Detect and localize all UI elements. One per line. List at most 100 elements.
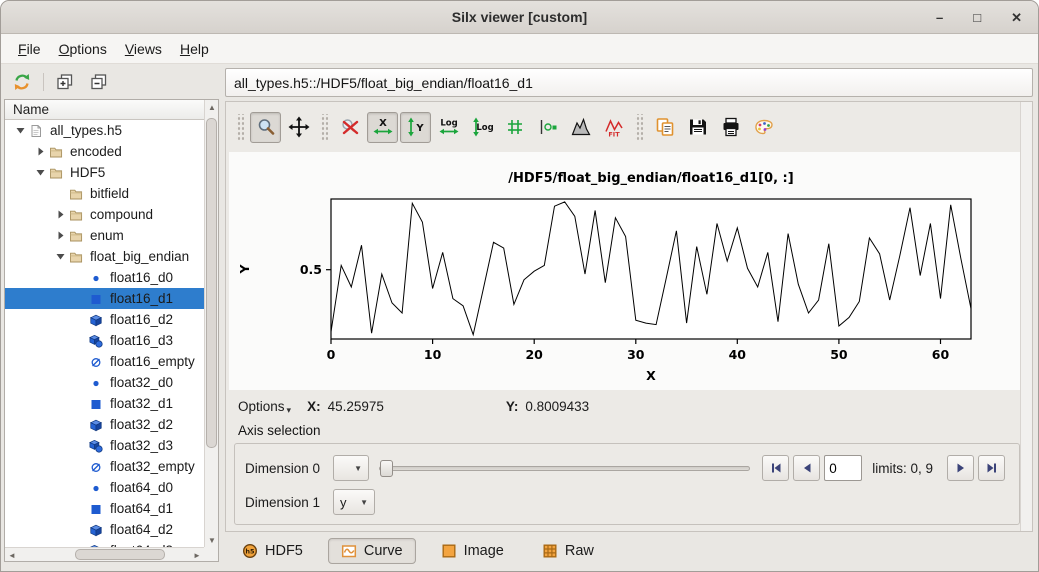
- first-frame-button[interactable]: [762, 455, 789, 481]
- tree-item-bitfield[interactable]: bitfield: [5, 183, 204, 204]
- tab-image[interactable]: Image: [428, 538, 517, 564]
- refresh-button[interactable]: [9, 69, 35, 95]
- dataset-path-bar[interactable]: all_types.h5::/HDF5/float_big_endian/flo…: [225, 68, 1033, 97]
- expander-open-icon[interactable]: [35, 167, 46, 178]
- image-icon: [441, 543, 457, 559]
- scroll-left-icon[interactable]: ◄: [5, 548, 19, 562]
- expander-open-icon[interactable]: [15, 125, 26, 136]
- expander-closed-icon[interactable]: [55, 230, 66, 241]
- tree-item-compound[interactable]: compound: [5, 204, 204, 225]
- viewer-vertical-scrollbar[interactable]: [1020, 102, 1032, 531]
- svg-text:/HDF5/float_big_endian/float16: /HDF5/float_big_endian/float16_d1[0, :]: [508, 171, 793, 186]
- tree-item-label: encoded: [70, 144, 122, 159]
- tree-item-label: float16_d2: [110, 312, 173, 327]
- tree-vertical-scrollbar[interactable]: ▲ ▼: [204, 100, 218, 547]
- expand-all-button[interactable]: [52, 69, 78, 95]
- tree-item-all_types.h5[interactable]: all_types.h5: [5, 120, 204, 141]
- scroll-up-icon[interactable]: ▲: [205, 100, 219, 114]
- expander-open-icon[interactable]: [55, 251, 66, 262]
- expander-closed-icon[interactable]: [35, 146, 46, 157]
- menu-options[interactable]: Options: [50, 37, 116, 61]
- tree-item-float64_d0[interactable]: float64_d0: [5, 477, 204, 498]
- dimension1-combobox[interactable]: y ▼: [333, 489, 375, 515]
- pan-mode-button[interactable]: [283, 112, 314, 143]
- expander-closed-icon[interactable]: [55, 209, 66, 220]
- tree-item-label: float64_d1: [110, 501, 173, 516]
- tree-vscroll-thumb[interactable]: [206, 118, 217, 448]
- view-tab-bar: h5HDF5 Curve Image Raw: [225, 534, 1033, 567]
- zoom-mode-button[interactable]: [250, 112, 281, 143]
- axis-selection-title: Axis selection: [238, 423, 321, 438]
- array1d-icon: [88, 502, 104, 516]
- tree-header-name[interactable]: Name: [5, 100, 204, 120]
- tree-item-float16_d2[interactable]: float16_d2: [5, 309, 204, 330]
- print-button[interactable]: [715, 112, 746, 143]
- seek-forward-icon: [954, 461, 968, 475]
- array3d-icon: [88, 334, 104, 348]
- histogram-button[interactable]: [565, 112, 596, 143]
- tree-item-enum[interactable]: enum: [5, 225, 204, 246]
- tab-raw[interactable]: Raw: [529, 538, 607, 564]
- expand-all-icon: [55, 72, 75, 92]
- menu-file[interactable]: File: [9, 37, 50, 61]
- tree-hscroll-thumb[interactable]: [75, 549, 165, 560]
- tree-item-float64_d1[interactable]: float64_d1: [5, 498, 204, 519]
- tree-item-float32_empty[interactable]: float32_empty: [5, 456, 204, 477]
- plot-options-button[interactable]: Options ▾: [238, 399, 291, 414]
- tree-item-float32_d1[interactable]: float32_d1: [5, 393, 204, 414]
- grid-button[interactable]: [499, 112, 530, 143]
- x-autoscale-button[interactable]: X: [367, 112, 398, 143]
- svg-text:20: 20: [525, 347, 543, 362]
- close-button[interactable]: ✕: [1011, 11, 1022, 24]
- tree-item-float16_d3[interactable]: float16_d3: [5, 330, 204, 351]
- tab-curve[interactable]: Curve: [328, 538, 416, 564]
- tree-horizontal-scrollbar[interactable]: ◄ ►: [5, 547, 204, 561]
- y-autoscale-button[interactable]: Y: [400, 112, 431, 143]
- copy-icon: [654, 116, 676, 138]
- tree-item-float32_d0[interactable]: float32_d0: [5, 372, 204, 393]
- tree-item-HDF5[interactable]: HDF5: [5, 162, 204, 183]
- last-frame-button[interactable]: [978, 455, 1005, 481]
- scroll-down-icon[interactable]: ▼: [205, 533, 219, 547]
- plot-canvas[interactable]: /HDF5/float_big_endian/float16_d1[0, :]0…: [229, 152, 1021, 390]
- slider-handle[interactable]: [380, 460, 393, 477]
- zoom-back-button[interactable]: [334, 112, 365, 143]
- tree-item-label: float16_d0: [110, 270, 173, 285]
- limits-label: limits: 0, 9: [862, 461, 943, 476]
- menu-help[interactable]: Help: [171, 37, 218, 61]
- tree-item-float64_d2[interactable]: float64_d2: [5, 519, 204, 540]
- tree-item-float16_d0[interactable]: float16_d0: [5, 267, 204, 288]
- folder-icon: [48, 166, 64, 180]
- svg-text:Y: Y: [237, 264, 252, 275]
- next-frame-button[interactable]: [947, 455, 974, 481]
- curve-style-button[interactable]: [532, 112, 563, 143]
- dimension0-combobox[interactable]: ▼: [333, 455, 369, 481]
- dimension0-slider[interactable]: [379, 455, 750, 481]
- tree-item-float_big_endian[interactable]: float_big_endian: [5, 246, 204, 267]
- collapse-all-button[interactable]: [86, 69, 112, 95]
- curve-icon: [341, 543, 357, 559]
- tree-item-float32_d2[interactable]: float32_d2: [5, 414, 204, 435]
- tree-item-float64_d3[interactable]: float64_d3: [5, 540, 204, 547]
- tree-item-float16_d1[interactable]: float16_d1: [5, 288, 204, 309]
- tree-item-float16_empty[interactable]: float16_empty: [5, 351, 204, 372]
- previous-frame-button[interactable]: [793, 455, 820, 481]
- scroll-right-icon[interactable]: ►: [190, 548, 204, 562]
- fit-button[interactable]: FIT: [598, 112, 629, 143]
- palette-button[interactable]: [748, 112, 779, 143]
- x-log-button[interactable]: Log: [433, 112, 464, 143]
- tree-item-encoded[interactable]: encoded: [5, 141, 204, 162]
- tab-hdf5[interactable]: h5HDF5: [229, 538, 316, 564]
- minimize-button[interactable]: –: [936, 11, 943, 24]
- curve-plot[interactable]: /HDF5/float_big_endian/float16_d1[0, :]0…: [229, 152, 1021, 390]
- pan-icon: [288, 116, 310, 138]
- menu-views[interactable]: Views: [116, 37, 171, 61]
- save-button[interactable]: [682, 112, 713, 143]
- frame-index-input[interactable]: [824, 455, 862, 481]
- y-log-button[interactable]: Log: [466, 112, 497, 143]
- copy-button[interactable]: [649, 112, 680, 143]
- maximize-button[interactable]: □: [973, 11, 981, 24]
- array1d-icon: [88, 397, 104, 411]
- tree-item-float32_d3[interactable]: float32_d3: [5, 435, 204, 456]
- scrollbar-corner: [204, 547, 218, 561]
